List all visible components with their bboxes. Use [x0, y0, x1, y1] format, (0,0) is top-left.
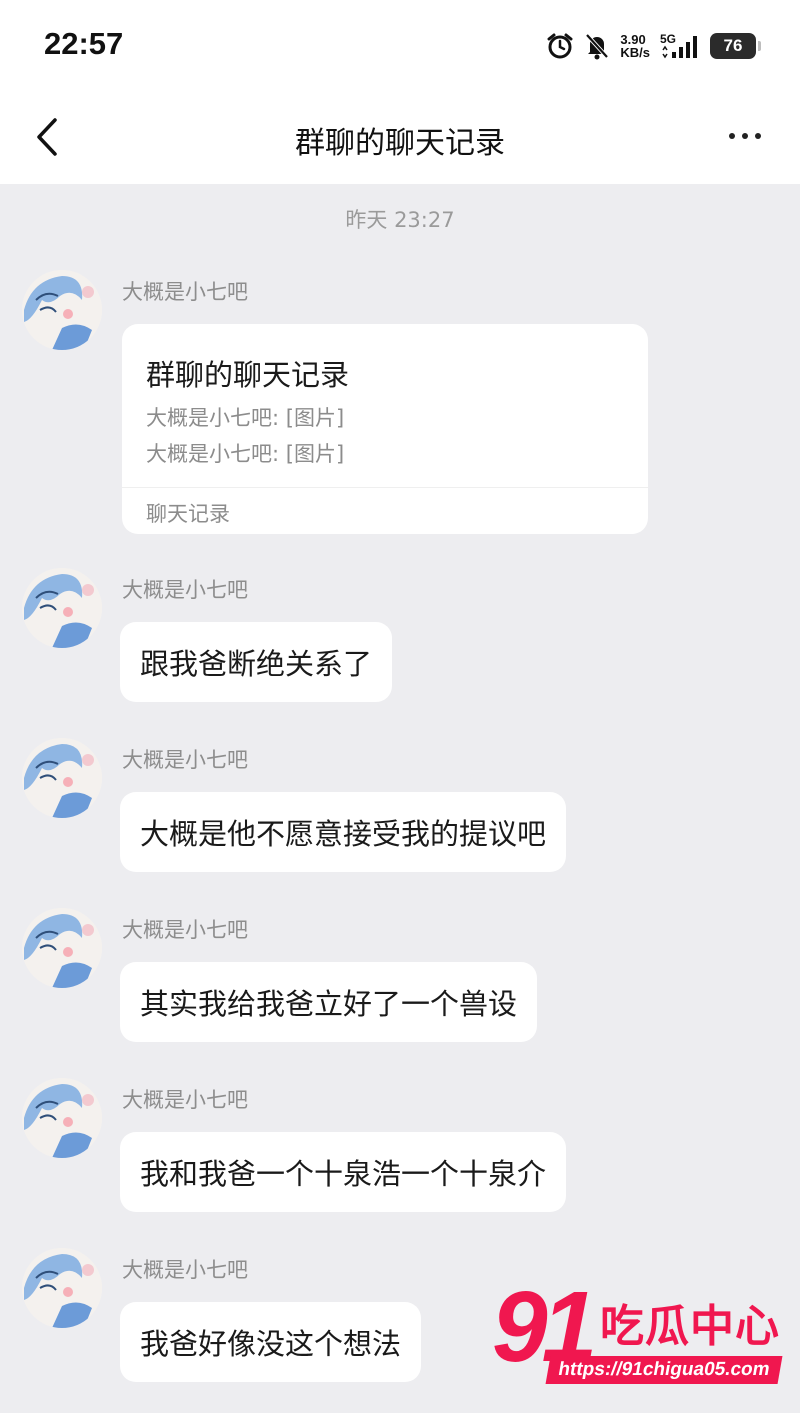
avatar[interactable]: [22, 270, 102, 350]
sender-name: 大概是小七吧: [122, 578, 248, 602]
message-bubble[interactable]: 我爸好像没这个想法: [120, 1302, 422, 1382]
page-title: 群聊的聊天记录: [295, 126, 505, 161]
signal-icon: 5G: [660, 30, 700, 62]
more-icon-dot: [742, 133, 748, 139]
alarm-icon: [547, 33, 573, 59]
chat-timestamp: 昨天 23:27: [345, 208, 455, 232]
network-speed: 3.90 KB/s: [620, 33, 650, 59]
avatar[interactable]: [22, 738, 102, 818]
sender-name: 大概是小七吧: [122, 918, 248, 942]
more-icon-dot: [755, 133, 761, 139]
watermark-name: 吃瓜中心: [600, 1301, 780, 1352]
sender-name: 大概是小七吧: [122, 1088, 248, 1112]
card-divider: [122, 487, 648, 488]
sender-name: 大概是小七吧: [122, 280, 248, 304]
card-title: 群聊的聊天记录: [146, 358, 350, 392]
card-preview-line: 大概是小七吧: [图片]: [146, 442, 345, 466]
card-preview-line: 大概是小七吧: [图片]: [146, 406, 345, 430]
forwarded-chat-card[interactable]: 群聊的聊天记录 大概是小七吧: [图片] 大概是小七吧: [图片] 聊天记录: [122, 324, 648, 534]
avatar[interactable]: [22, 1248, 102, 1328]
watermark-url: https://91chigua05.com: [545, 1356, 783, 1384]
nav-bar: 群聊的聊天记录: [0, 92, 800, 184]
battery-icon: 76: [710, 33, 761, 59]
more-button[interactable]: [720, 116, 770, 156]
avatar[interactable]: [22, 568, 102, 648]
watermark-logo: 91 吃瓜中心 https://91chigua05.com: [492, 1271, 792, 1396]
status-bar: 22:57 3.90 KB/s 5G 76: [0, 0, 800, 92]
speed-unit: KB/s: [620, 45, 650, 60]
more-icon-dot: [729, 133, 735, 139]
message-bubble[interactable]: 大概是他不愿意接受我的提议吧: [120, 792, 567, 872]
card-footer: 聊天记录: [146, 502, 230, 526]
status-icons: 3.90 KB/s 5G 76: [546, 28, 761, 64]
avatar[interactable]: [22, 1078, 102, 1158]
message-bubble[interactable]: 跟我爸断绝关系了: [120, 622, 393, 702]
bell-muted-icon: [585, 33, 609, 60]
avatar[interactable]: [22, 908, 102, 988]
sender-name: 大概是小七吧: [122, 748, 248, 772]
sender-name: 大概是小七吧: [122, 1258, 248, 1282]
message-bubble[interactable]: 我和我爸一个十泉浩一个十泉介: [120, 1132, 567, 1212]
message-bubble[interactable]: 其实我给我爸立好了一个兽设: [120, 962, 538, 1042]
status-time: 22:57: [44, 26, 124, 61]
